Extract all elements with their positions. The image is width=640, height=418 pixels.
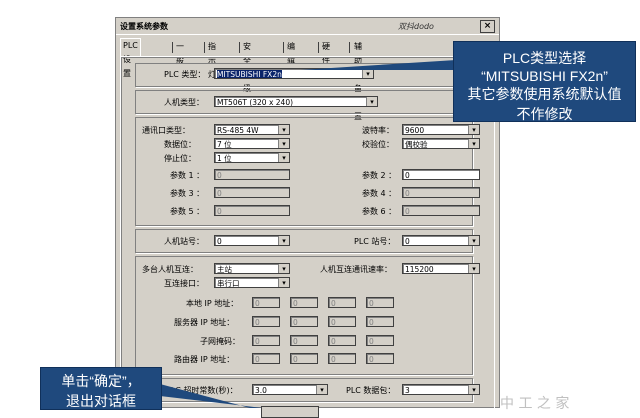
plc-type-callout: PLC类型选择 “MITSUBISHI FX2n” 其它参数使用系统默认值 不作… (453, 41, 636, 122)
ok-callout-pointer (160, 384, 262, 408)
ok-callout: 单击“确定”， 退出对话框 (40, 367, 162, 410)
callout-line-3: 其它参数使用系统默认值 (467, 86, 622, 102)
callout-line-1: PLC类型选择 (502, 50, 587, 66)
callout-line-4: 不作修改 (516, 106, 573, 122)
plc-callout-pointer (300, 60, 456, 70)
ok-callout-line-1: 单击“确定”， (61, 373, 141, 389)
ok-callout-line-2: 退出对话框 (66, 393, 136, 409)
callout-line-2: “MITSUBISHI FX2n” (481, 68, 608, 84)
watermark: 中 工 之 家 (500, 396, 570, 412)
